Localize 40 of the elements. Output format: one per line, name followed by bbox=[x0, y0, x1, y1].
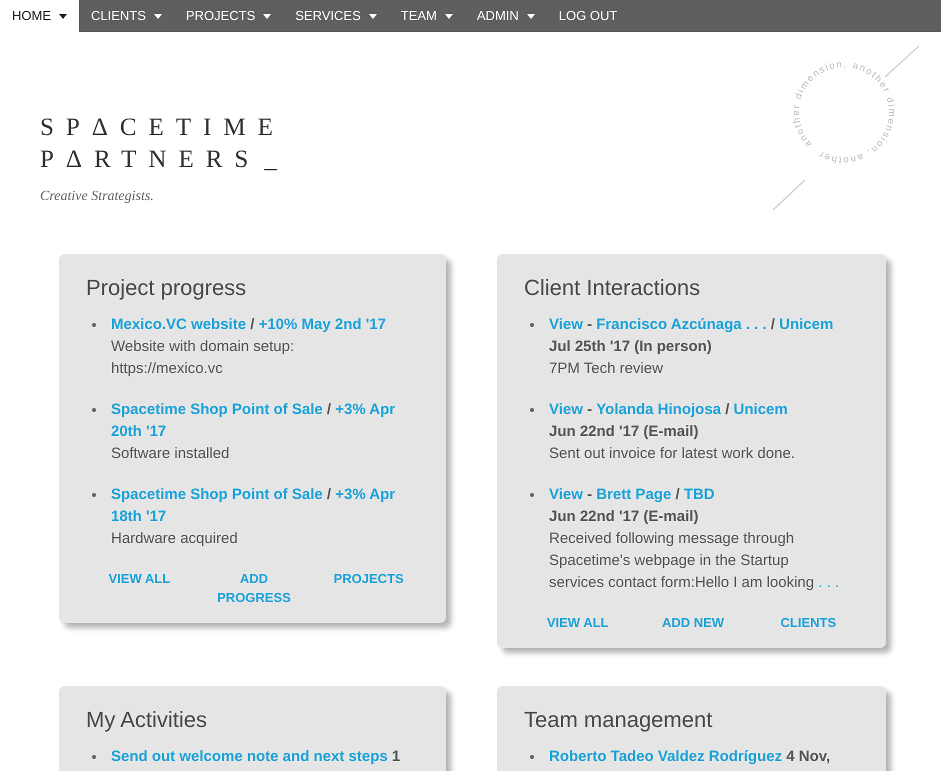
nav-menu-item[interactable]: TEAM bbox=[388, 0, 465, 32]
logo-wordmark: SPΔCETIME bbox=[40, 113, 285, 143]
nav-menu-item[interactable]: LOG OUT bbox=[546, 0, 630, 32]
logo-tagline: Creative Strategists. bbox=[40, 188, 155, 206]
item-heading-link[interactable]: Mexico.VC website / +10% May 2nd '17 bbox=[111, 314, 402, 336]
card-title: Client Interactions bbox=[524, 274, 702, 302]
bullet-icon bbox=[530, 755, 534, 759]
item-heading-link[interactable]: Send out welcome note and next steps 1 bbox=[111, 746, 400, 768]
card-title: Team management bbox=[524, 706, 714, 734]
item-description: 7PM Tech review bbox=[549, 359, 664, 379]
item-heading-link[interactable]: View - Brett Page / TBD bbox=[549, 484, 842, 506]
bullet-icon bbox=[92, 408, 96, 412]
nav-menu-item[interactable]: SERVICES bbox=[283, 0, 389, 32]
item-date: Jul 25th '17 (In person) bbox=[549, 337, 713, 357]
item-heading-link[interactable]: Roberto Tadeo Valdez Rodríguez 4 Nov, bbox=[549, 746, 830, 768]
bullet-icon bbox=[92, 493, 96, 497]
bullet-icon bbox=[530, 323, 534, 327]
nav-menu-item[interactable]: CLIENTS bbox=[79, 0, 174, 32]
item-description: Software installed bbox=[111, 444, 230, 464]
item-date: Jun 22nd '17 (E-mail) bbox=[549, 507, 700, 527]
nav-menu-item[interactable]: PROJECTS bbox=[174, 0, 284, 32]
logo-wordmark: PΔRTNERS bbox=[40, 145, 260, 175]
item-heading-link[interactable]: View - Yolanda Hinojosa / Unicem bbox=[549, 399, 795, 421]
item-heading-link[interactable]: Spacetime Shop Point of Sale / +3% Apr 20th '17 bbox=[111, 399, 402, 443]
bullet-icon bbox=[92, 755, 96, 759]
item-heading-link[interactable]: Spacetime Shop Point of Sale / +3% Apr 18th '17 bbox=[111, 484, 402, 528]
item-description: Hardware acquired bbox=[111, 529, 239, 549]
bullet-icon bbox=[530, 493, 534, 497]
bullet-icon bbox=[530, 408, 534, 412]
bullet-icon bbox=[92, 323, 96, 327]
item-description: Sent out invoice for latest work done. bbox=[549, 444, 795, 464]
item-description: Received following message through Spacetime's webpage in the Startup services contact form:Hello I am looking . . . bbox=[549, 529, 840, 593]
nav-menu-item[interactable]: HOME bbox=[0, 0, 79, 32]
card-title: My Activities bbox=[86, 706, 208, 734]
item-heading-link[interactable]: View - Francisco Azcúnaga . . . / Unicem bbox=[549, 314, 834, 336]
item-description: Website with domain setup: https://mexico.vc bbox=[111, 337, 296, 379]
logo-cursor: _ bbox=[264, 145, 277, 175]
card-title: Project progress bbox=[86, 274, 248, 302]
nav-menu-item[interactable]: ADMIN bbox=[464, 0, 547, 32]
item-date: Jun 22nd '17 (E-mail) bbox=[549, 422, 700, 442]
